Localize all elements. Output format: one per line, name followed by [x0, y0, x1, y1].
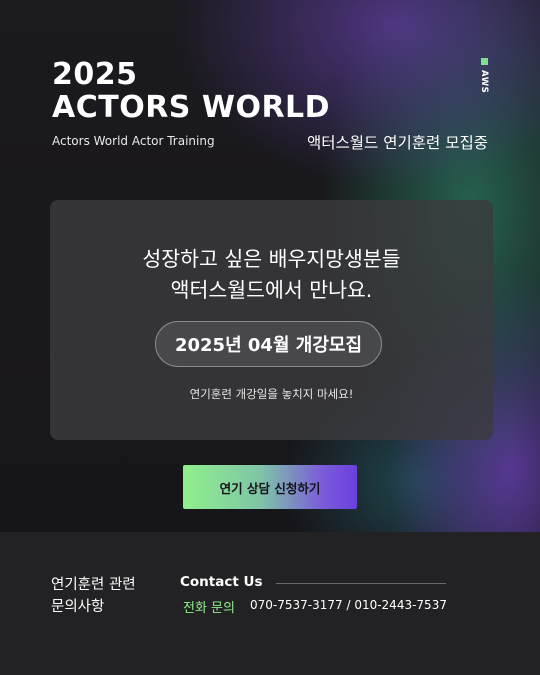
consultation-request-button[interactable]: 연기 상담 신청하기: [183, 465, 357, 509]
aws-side-tag: AWS: [478, 58, 490, 93]
phone-inquiry-label: 전화 문의: [183, 601, 235, 616]
subtitle-korean: 액터스월드 연기훈련 모집중: [307, 134, 488, 152]
hero-section: 2025 ACTORS WORLD Actors World Actor Tra…: [0, 0, 540, 532]
page-title: 2025 ACTORS WORLD: [52, 58, 330, 124]
enrollment-date-badge: 2025년 04월 개강모집: [155, 321, 382, 367]
title-brand: ACTORS WORLD: [52, 90, 331, 125]
footer-heading-line-2: 문의사항: [51, 599, 105, 615]
divider: [276, 583, 446, 584]
footer-heading-line-1: 연기훈련 관련: [51, 577, 136, 593]
card-headline: 성장하고 싶은 배우지망생분들 액터스월드에서 만나요.: [50, 244, 493, 306]
footer: 연기훈련 관련 문의사항 Contact Us 전화 문의 070-7537-3…: [0, 532, 540, 675]
title-year: 2025: [52, 57, 138, 92]
promo-card: 성장하고 싶은 배우지망생분들 액터스월드에서 만나요. 2025년 04월 개…: [50, 200, 493, 440]
phone-numbers[interactable]: 070-7537-3177 / 010-2443-7537: [250, 598, 447, 612]
footer-heading: 연기훈련 관련 문의사항: [51, 574, 136, 618]
square-icon: [480, 58, 488, 65]
headline-line-1: 성장하고 싶은 배우지망생분들: [142, 247, 401, 271]
subtitle-english: Actors World Actor Training: [52, 134, 215, 148]
headline-line-2: 액터스월드에서 만나요.: [170, 278, 373, 302]
side-tag-label: AWS: [479, 70, 489, 94]
contact-title: Contact Us: [180, 574, 263, 590]
card-note: 연기훈련 개강일을 놓치지 마세요!: [189, 387, 354, 401]
